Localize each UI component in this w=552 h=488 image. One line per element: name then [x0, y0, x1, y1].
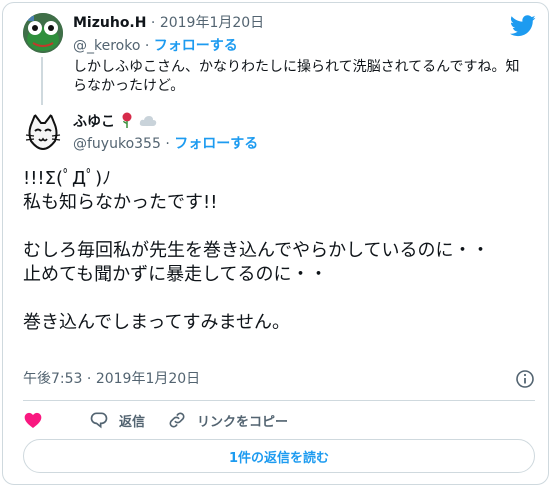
tweet-timestamp[interactable]: 午後7:53 · 2019年1月20日 — [23, 369, 200, 389]
tweet-line: 止めても聞かずに暴走してるのに・・ — [23, 264, 328, 285]
main-avatar[interactable] — [23, 113, 63, 153]
parent-handle-row: @_keroko · フォローする — [73, 36, 238, 56]
tweet-line: 私も知らなかったです!! — [23, 192, 218, 213]
tweet-line — [23, 215, 523, 239]
embedded-tweet-card: Mizuho.H · 2019年1月20日 @_keroko · フォローする … — [2, 2, 549, 485]
parent-follow-button[interactable]: フォローする — [154, 38, 238, 54]
reply-icon — [90, 412, 108, 429]
parent-tweet-text: しかしふゆこさん、かなりわたしに操られて洗脳されてるんですね。知らなかったけど。 — [73, 59, 520, 94]
tweet-line: むしろ毎回私が先生を巻き込んでやらかしているのに・・ — [23, 240, 490, 261]
separator: · — [144, 38, 150, 54]
thread-connector-line — [41, 57, 43, 105]
reply-label: 返信 — [119, 414, 146, 430]
twitter-bird-icon[interactable] — [510, 15, 536, 37]
tweet-line: !!!Σ(ﾟДﾟ)ﾉ — [23, 168, 112, 189]
separator: · — [165, 136, 170, 152]
parent-handle[interactable]: @_keroko — [73, 38, 140, 54]
cat-avatar-image — [23, 113, 63, 153]
separator: · — [86, 371, 92, 387]
parent-display-name[interactable]: Mizuho.H — [73, 15, 146, 31]
frog-avatar-image — [23, 13, 63, 53]
read-replies-button[interactable]: 1件の返信を読む — [23, 439, 535, 473]
separator: · — [150, 15, 156, 31]
link-icon — [169, 412, 185, 428]
copy-link-label: リンクをコピー — [197, 414, 289, 430]
like-button[interactable] — [23, 410, 43, 430]
parent-date[interactable]: 2019年1月20日 — [160, 15, 264, 31]
main-handle[interactable]: @fuyuko355 — [73, 136, 161, 152]
action-bar: 返信 リンクをコピー — [23, 408, 310, 432]
parent-avatar[interactable] — [23, 13, 63, 53]
tweet-date[interactable]: 2019年1月20日 — [96, 371, 200, 387]
rose-emoji-icon — [122, 112, 132, 128]
parent-header: Mizuho.H · 2019年1月20日 — [73, 13, 264, 33]
divider — [23, 400, 535, 401]
main-name-row: ふゆこ — [73, 112, 157, 132]
heart-icon — [24, 412, 42, 428]
reply-button[interactable]: 返信 — [89, 410, 145, 430]
cloud-emoji-icon — [139, 116, 156, 126]
main-tweet-text: !!!Σ(ﾟДﾟ)ﾉ 私も知らなかったです!! むしろ毎回私が先生を巻き込んでや… — [23, 167, 523, 335]
tweet-line: 巻き込んでしまってすみません。 — [23, 312, 290, 333]
main-handle-row: @fuyuko355 · フォローする — [73, 134, 258, 154]
main-follow-button[interactable]: フォローする — [174, 136, 258, 152]
info-icon[interactable] — [515, 369, 535, 389]
main-display-name[interactable]: ふゆこ — [73, 114, 115, 130]
tweet-line — [23, 287, 523, 311]
tweet-time[interactable]: 午後7:53 — [23, 371, 82, 387]
copy-link-button[interactable]: リンクをコピー — [167, 410, 288, 430]
